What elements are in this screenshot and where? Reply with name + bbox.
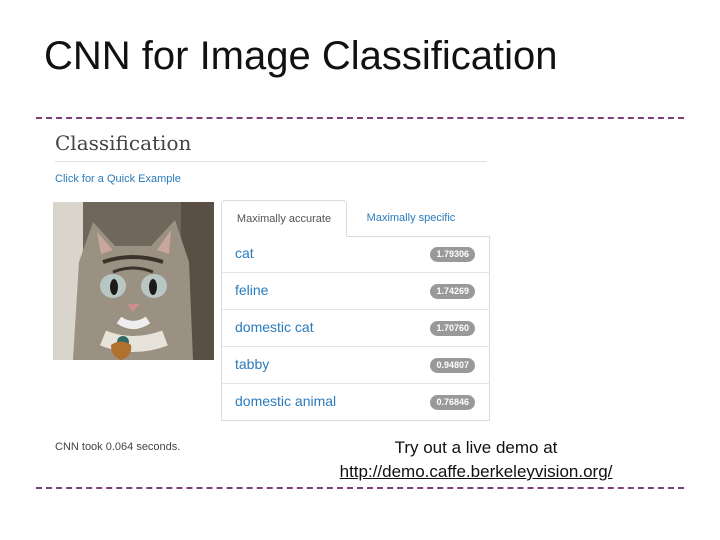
list-item[interactable]: feline 1.74269 — [222, 273, 489, 310]
demo-url-link[interactable]: http://demo.caffe.berkeleyvision.org/ — [340, 462, 613, 481]
result-label: domestic cat — [235, 319, 314, 335]
timing-text: CNN took 0.064 seconds. — [55, 441, 181, 453]
result-tabs: Maximally accurate Maximally specific — [221, 200, 490, 237]
score-badge: 1.79306 — [430, 247, 475, 262]
result-label: domestic animal — [235, 393, 337, 409]
cat-photo — [53, 202, 214, 360]
list-item[interactable]: cat 1.79306 — [222, 236, 489, 273]
score-badge: 0.94807 — [430, 358, 475, 373]
score-badge: 1.70760 — [430, 321, 475, 336]
classification-heading: Classification — [55, 131, 192, 155]
list-item[interactable]: domestic cat 1.70760 — [222, 310, 489, 347]
score-badge: 1.74269 — [430, 284, 475, 299]
quick-example-link[interactable]: Click for a Quick Example — [55, 173, 181, 185]
slide-title: CNN for Image Classification — [44, 34, 558, 78]
list-item[interactable]: domestic animal 0.76846 — [222, 384, 489, 421]
list-item[interactable]: tabby 0.94807 — [222, 347, 489, 384]
result-label: cat — [235, 245, 254, 261]
results-list: cat 1.79306 feline 1.74269 domestic cat … — [221, 236, 490, 421]
heading-divider — [55, 161, 487, 162]
demo-caption: Try out a live demo at http://demo.caffe… — [300, 436, 652, 484]
tab-maximally-specific[interactable]: Maximally specific — [353, 200, 469, 236]
top-divider — [36, 117, 684, 119]
result-label: tabby — [235, 356, 270, 372]
caption-text: Try out a live demo at — [394, 438, 558, 457]
tab-maximally-accurate[interactable]: Maximally accurate — [221, 200, 347, 237]
result-label: feline — [235, 282, 269, 298]
score-badge: 0.76846 — [430, 395, 475, 410]
bottom-divider — [36, 487, 684, 489]
